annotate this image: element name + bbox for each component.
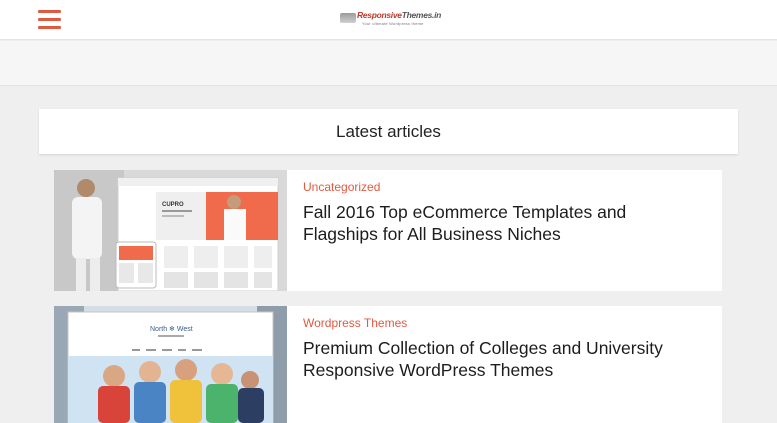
article-meta: Wordpress Themes Premium Collection of C… <box>303 316 702 381</box>
hamburger-menu-icon[interactable] <box>38 9 61 30</box>
article-thumbnail[interactable]: CUPRO <box>54 170 287 291</box>
article-title-link[interactable]: Premium Collection of Colleges and Unive… <box>303 337 702 381</box>
secondary-bar <box>0 41 777 86</box>
thumb-brand-text: CUPRO <box>162 202 184 208</box>
ecommerce-template-thumbnail: CUPRO <box>54 170 287 291</box>
top-navigation-bar: ResponsiveThemes.in Your ultimate Wordpr… <box>0 0 777 40</box>
hamburger-line <box>38 10 61 13</box>
university-theme-thumbnail: North ❄ West <box>54 306 287 423</box>
site-logo[interactable]: ResponsiveThemes.in Your ultimate Wordpr… <box>340 10 441 28</box>
article-card[interactable]: CUPRO Uncategorized Fall 2016 Top eComme… <box>54 170 722 291</box>
logo-text: ResponsiveThemes.in <box>357 10 442 20</box>
article-category-link[interactable]: Uncategorized <box>303 180 702 194</box>
article-card[interactable]: North ❄ West Wordpress Themes Premium Co… <box>54 306 722 423</box>
section-title: Latest articles <box>336 121 441 141</box>
logo-mark-icon <box>340 13 356 23</box>
thumb-brand-text: North ❄ West <box>150 325 193 333</box>
hamburger-line <box>38 26 61 29</box>
hamburger-line <box>38 18 61 21</box>
article-meta: Uncategorized Fall 2016 Top eCommerce Te… <box>303 180 702 245</box>
section-header: Latest articles <box>39 109 738 154</box>
article-thumbnail[interactable]: North ❄ West <box>54 306 287 423</box>
article-title-link[interactable]: Fall 2016 Top eCommerce Templates and Fl… <box>303 201 702 245</box>
logo-tagline: Your ultimate Wordpress theme <box>362 21 424 26</box>
article-category-link[interactable]: Wordpress Themes <box>303 316 702 330</box>
